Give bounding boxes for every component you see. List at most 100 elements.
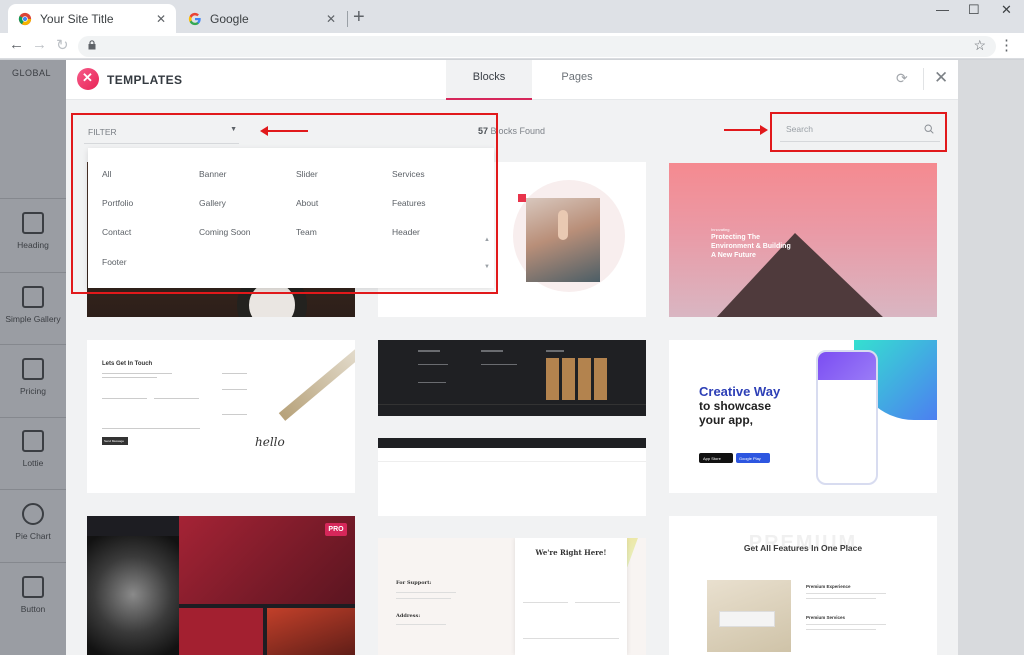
form-heading: We're Right Here!: [535, 548, 607, 557]
peace-hand-photo: [526, 198, 600, 282]
template-card-portfolio[interactable]: PRO: [87, 516, 355, 655]
divider: [0, 562, 66, 563]
templates-logo-icon: ✕: [77, 68, 99, 90]
app-heading-line1: Creative Way: [699, 384, 781, 399]
app-heading-line2: to showcase: [699, 399, 772, 413]
logo-glyph: ✕: [82, 70, 93, 85]
features-heading: Get All Features In One Place: [743, 543, 863, 553]
text-line: [222, 414, 247, 415]
template-card-contact[interactable]: Lets Get In Touch Send Message hello: [87, 340, 355, 493]
field-line: [154, 398, 199, 399]
text-line: [222, 373, 247, 374]
tab-title: Your Site Title: [40, 11, 114, 26]
google-icon: [188, 12, 201, 25]
phone-header: [818, 352, 876, 380]
field-line: [523, 602, 568, 603]
widget-label: Pricing: [20, 386, 46, 396]
text-line: [102, 373, 172, 374]
minimize-button[interactable]: —: [936, 2, 949, 17]
widget-pricing[interactable]: Pricing: [0, 358, 66, 396]
annotation-arrow-filter: [260, 126, 308, 136]
template-card-mountain-banner[interactable]: Innovating Protecting The Environment & …: [669, 163, 937, 317]
text-line: [102, 377, 157, 378]
field-line: [523, 638, 619, 639]
footer-text: [418, 364, 448, 365]
editor-widget-panel: GLOBAL Heading Simple Gallery Pricing Lo…: [0, 60, 66, 655]
footer-col-heading: [546, 350, 564, 352]
header-topbar: [378, 438, 646, 448]
browser-toolbar: ← → ↻ ☆ ⋮: [0, 33, 1024, 59]
widget-label: Pie Chart: [15, 531, 51, 541]
phone-mockup: [816, 350, 878, 485]
feature-1-title: Premium Experience: [806, 584, 851, 589]
modal-title: TEMPLATES: [107, 73, 183, 87]
new-tab-button[interactable]: +: [353, 6, 365, 29]
tab-blocks[interactable]: Blocks: [446, 60, 532, 100]
template-card-contact-form[interactable]: For Support: Address: We're Right Here!: [378, 538, 646, 655]
template-card-app-showcase[interactable]: Creative Way to showcase your app, App S…: [669, 340, 937, 493]
field-line: [575, 602, 620, 603]
divider: [0, 417, 66, 418]
instagram-grid-image: [546, 358, 608, 400]
banner-heading: Protecting The Environment & Building A …: [711, 234, 791, 259]
fountain-pen-image: [278, 342, 355, 421]
send-message-label: Send Message: [104, 439, 125, 443]
divider: [0, 344, 66, 345]
close-tab-icon[interactable]: ✕: [156, 12, 166, 26]
keyboard-image: [719, 611, 775, 627]
sync-icon[interactable]: ⟳: [896, 70, 908, 87]
lottie-icon: [22, 430, 44, 452]
field-line: [102, 428, 200, 429]
text-line: [806, 629, 876, 630]
reload-button[interactable]: ↻: [56, 36, 69, 54]
widget-simple-gallery[interactable]: Simple Gallery: [0, 286, 66, 324]
widget-label: Lottie: [22, 458, 44, 468]
lock-icon: [88, 40, 96, 50]
browser-tab-your-site[interactable]: Your Site Title ✕: [8, 4, 176, 33]
back-button[interactable]: ←: [9, 36, 24, 53]
app-store-badge: App Store: [699, 453, 733, 463]
widget-label: Heading: [17, 240, 49, 250]
widget-button[interactable]: Button: [0, 576, 66, 614]
widget-heading[interactable]: Heading: [0, 212, 66, 250]
template-card-footer[interactable]: [378, 340, 646, 416]
tab-pages[interactable]: Pages: [534, 60, 620, 100]
pro-badge: PRO: [325, 523, 347, 536]
send-message-button: Send Message: [102, 437, 128, 445]
close-modal-icon[interactable]: ✕: [934, 68, 948, 88]
footer-col-heading: [418, 350, 440, 352]
app-heading-line3: your app,: [699, 413, 754, 427]
text-line: [806, 593, 886, 594]
widget-lottie[interactable]: Lottie: [0, 430, 66, 468]
text-line: [806, 598, 876, 599]
chrome-icon: [18, 12, 32, 25]
portrait-photo: [87, 536, 179, 655]
window-close-button[interactable]: ✕: [1001, 2, 1012, 18]
browser-tab-google[interactable]: Google ✕: [178, 4, 348, 33]
maximize-button[interactable]: ☐: [968, 2, 980, 18]
footer-text: [481, 364, 517, 365]
close-tab-icon[interactable]: ✕: [326, 12, 336, 26]
editor-canvas-edge: [958, 60, 1024, 655]
modal-header: ✕ TEMPLATES Blocks Pages ⟳ ✕: [66, 60, 958, 100]
pricing-icon: [22, 358, 44, 380]
form-panel: We're Right Here!: [515, 538, 627, 655]
divider: [0, 272, 66, 273]
footer-col-heading: [481, 350, 503, 352]
template-card-header[interactable]: [378, 438, 646, 516]
annotation-arrow-search: [724, 125, 768, 135]
divider: [0, 489, 66, 490]
browser-menu-icon[interactable]: ⋮: [999, 36, 1014, 54]
feature-2-title: Premium Services: [806, 615, 846, 620]
widget-label: Button: [20, 604, 46, 614]
annotation-box-filter: [71, 113, 498, 294]
forward-button[interactable]: →: [32, 36, 47, 53]
text-line: [396, 592, 456, 593]
support-heading: For Support:: [396, 580, 432, 586]
bookmark-star-icon[interactable]: ☆: [973, 37, 986, 54]
text-line: [806, 624, 886, 625]
widget-pie-chart[interactable]: Pie Chart: [0, 503, 66, 541]
template-card-features[interactable]: PREMIUM Get All Features In One Place Pr…: [669, 516, 937, 655]
tab-title: Google: [210, 11, 249, 26]
address-bar[interactable]: ☆: [78, 36, 996, 57]
